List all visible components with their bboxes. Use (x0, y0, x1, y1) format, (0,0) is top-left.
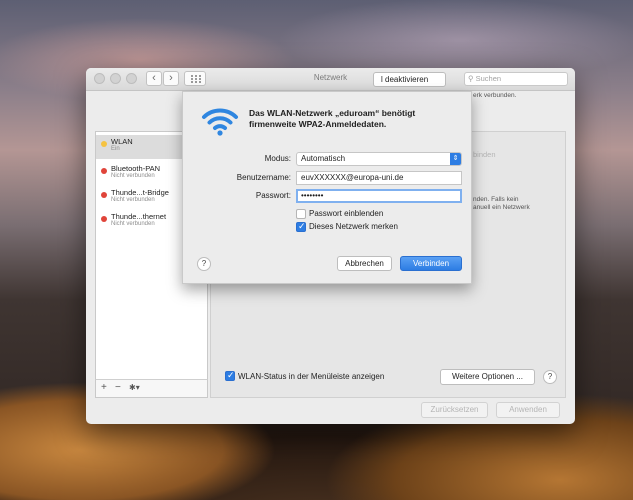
service-list-toolbar: + − ✱▾ (95, 379, 208, 398)
connection-status-text: erk verbunden. (473, 92, 517, 99)
username-label: Benutzername: (236, 173, 291, 182)
cancel-button[interactable]: Abbrechen (337, 256, 392, 271)
chevron-updown-icon: ⇕ (450, 153, 461, 165)
advanced-options-button[interactable]: Weitere Optionen ... (440, 369, 535, 385)
service-status: Nicht verbunden (111, 197, 155, 203)
mode-select[interactable]: Automatisch ⇕ (296, 152, 462, 166)
sheet-message: Das WLAN-Netzwerk „eduroam“ benötigt fir… (249, 108, 416, 129)
join-network-text: binden (473, 150, 496, 159)
username-field[interactable]: euvXXXXXX@europa-uni.de (296, 171, 462, 185)
wpa2-credentials-sheet: Das WLAN-Netzwerk „eduroam“ benötigt fir… (182, 91, 472, 284)
status-dot (101, 192, 107, 198)
service-name: Thunde...thernet (111, 212, 167, 221)
show-password-label: Passwort einblenden (309, 209, 384, 218)
service-status: Nicht verbunden (111, 221, 155, 227)
mode-value: Automatisch (301, 154, 346, 163)
wifi-icon (202, 108, 238, 136)
deactivate-wlan-button[interactable]: l deaktivieren (373, 72, 446, 87)
title-bar: ‹ › Netzwerk ⚲ Suchen (86, 68, 575, 91)
remove-service-button[interactable]: − (115, 382, 121, 393)
search-placeholder: Suchen (475, 74, 502, 83)
service-status: Ein (111, 146, 120, 152)
password-field[interactable]: •••••••• (296, 189, 462, 203)
apply-button[interactable]: Anwenden (496, 402, 560, 418)
service-name: Bluetooth-PAN (111, 164, 161, 173)
action-menu-button[interactable]: ✱▾ (129, 383, 140, 392)
show-password-checkbox[interactable] (296, 209, 306, 219)
info-text-line-1: nden. Falls kein (473, 196, 519, 203)
service-name: WLAN (111, 137, 133, 146)
service-name: Thunde...t-Bridge (111, 188, 169, 197)
status-dot (101, 168, 107, 174)
connect-button[interactable]: Verbinden (400, 256, 462, 271)
mode-label: Modus: (264, 154, 291, 163)
sheet-help-button[interactable]: ? (197, 257, 211, 271)
status-dot (101, 216, 107, 222)
search-icon: ⚲ (468, 74, 474, 83)
add-service-button[interactable]: + (101, 382, 107, 393)
info-text-line-2: anuell ein Netzwerk (473, 204, 530, 211)
remember-network-checkbox[interactable] (296, 221, 306, 232)
service-status: Nicht verbunden (111, 173, 155, 179)
remember-network-label: Dieses Netzwerk merken (309, 222, 398, 231)
password-label: Passwort: (255, 191, 291, 200)
revert-button[interactable]: Zurücksetzen (421, 402, 488, 418)
help-button[interactable]: ? (543, 370, 557, 384)
status-dot (101, 141, 107, 147)
show-wlan-status-checkbox[interactable] (225, 370, 235, 381)
show-wlan-status-label: WLAN-Status in der Menüleiste anzeigen (238, 372, 385, 381)
search-field[interactable]: ⚲ Suchen (464, 72, 568, 86)
